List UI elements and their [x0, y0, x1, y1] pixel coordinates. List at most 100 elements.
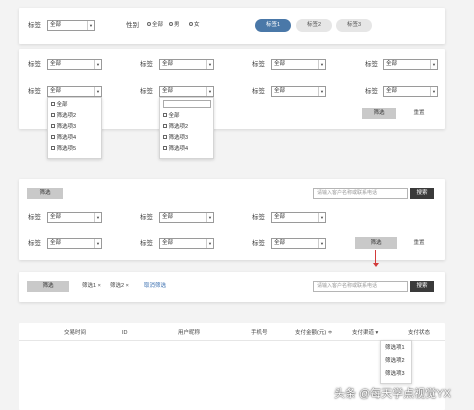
tag-select[interactable]: 全部 ▼: [47, 20, 95, 31]
gender-radio-all[interactable]: 全部: [147, 21, 163, 30]
tag-select[interactable]: 全部 ▼: [47, 212, 102, 223]
dropdown-option[interactable]: 筛选项2: [385, 357, 405, 366]
tag-label: 标签: [365, 88, 378, 95]
tag-select[interactable]: 全部 ▼: [159, 238, 214, 249]
checkbox-icon[interactable]: [51, 124, 55, 128]
radio-icon: [147, 22, 151, 26]
search-button[interactable]: 搜索: [410, 188, 434, 199]
select-value: 全部: [274, 61, 286, 67]
tag-select[interactable]: 全部 ▼: [271, 59, 326, 70]
chevron-down-icon: ▼: [206, 60, 213, 69]
select-value: 全部: [386, 88, 398, 94]
option-label: 筛选项3: [168, 135, 189, 141]
dropdown-search-input[interactable]: [163, 100, 211, 108]
tag-label: 标签: [140, 61, 153, 68]
chevron-down-icon: ▼: [206, 87, 213, 96]
tag-label: 标签: [140, 214, 153, 221]
chevron-down-icon: ▼: [430, 87, 437, 96]
checkbox-icon[interactable]: [51, 102, 55, 106]
tab-2[interactable]: 标签2: [296, 19, 332, 32]
radio-icon: [189, 22, 193, 26]
checkbox-icon[interactable]: [163, 124, 167, 128]
tag-select[interactable]: 全部 ▼: [159, 86, 214, 97]
reset-button[interactable]: 重置: [404, 108, 434, 119]
filter-dropdown-2: 全部 筛选项2 筛选项3 筛选项4: [159, 97, 214, 159]
gender-option-label: 男: [174, 22, 180, 28]
search-button[interactable]: 搜索: [410, 281, 434, 292]
flow-arrow-icon: [375, 250, 376, 264]
column-header-id: ID: [122, 330, 128, 336]
table-header-row: 交易时间 ID 用户昵称 手机号 支付金额(元) ≑ 支付渠道 ▾ 支付状态: [19, 325, 445, 341]
chevron-down-icon: ▼: [94, 213, 101, 222]
dropdown-option[interactable]: 筛选项5: [51, 145, 76, 154]
select-value: 全部: [162, 240, 174, 246]
checkbox-icon[interactable]: [51, 113, 55, 117]
search-input[interactable]: 请输入客户名称或联系电话: [313, 188, 408, 199]
column-header-nickname: 用户昵称: [178, 330, 201, 336]
option-label: 全部: [56, 102, 68, 108]
chevron-down-icon: ▼: [87, 21, 94, 30]
dropdown-option[interactable]: 筛选项1: [385, 344, 405, 353]
option-label: 筛选项2: [168, 124, 189, 130]
tag-select[interactable]: 全部 ▼: [383, 86, 438, 97]
filter-dropdown-1: 全部 筛选项2 筛选项3 筛选项4 筛选项5: [47, 97, 102, 159]
filter-toggle-button[interactable]: 筛选: [27, 188, 63, 199]
option-label: 筛选项4: [168, 146, 189, 152]
clear-filters-link[interactable]: 取消筛选: [144, 282, 166, 291]
dropdown-option[interactable]: 筛选项4: [51, 134, 76, 143]
dropdown-option[interactable]: 全部: [51, 101, 68, 110]
chevron-down-icon: ▼: [318, 60, 325, 69]
checkbox-icon[interactable]: [163, 113, 167, 117]
chevron-down-icon: ▼: [94, 87, 101, 96]
reset-button[interactable]: 重置: [404, 238, 434, 249]
select-value: 全部: [274, 214, 286, 220]
gender-option-label: 全部: [152, 22, 164, 28]
chevron-down-icon: ▼: [430, 60, 437, 69]
filter-button[interactable]: 筛选: [362, 108, 396, 119]
tag-select[interactable]: 全部 ▼: [47, 238, 102, 249]
tab-3[interactable]: 标签3: [336, 19, 372, 32]
dropdown-option[interactable]: 筛选项2: [163, 123, 188, 132]
dropdown-option[interactable]: 筛选项3: [385, 370, 405, 379]
tag-select[interactable]: 全部 ▼: [271, 238, 326, 249]
dropdown-option[interactable]: 筛选项4: [163, 145, 188, 154]
checkbox-icon[interactable]: [163, 135, 167, 139]
gender-radio-male[interactable]: 男: [169, 21, 180, 30]
radio-icon: [169, 22, 173, 26]
tag-select[interactable]: 全部 ▼: [383, 59, 438, 70]
column-header-status: 支付状态: [408, 330, 431, 336]
tag-select[interactable]: 全部 ▼: [271, 86, 326, 97]
chevron-down-icon: ▼: [206, 239, 213, 248]
active-filter-chip[interactable]: 筛选1 ×: [82, 282, 101, 291]
gender-radio-female[interactable]: 女: [189, 21, 200, 30]
dropdown-option[interactable]: 筛选项3: [163, 134, 188, 143]
column-header-phone: 手机号: [251, 330, 268, 336]
select-value: 全部: [386, 61, 398, 67]
search-input[interactable]: 请输入客户名称或联系电话: [313, 281, 408, 292]
tag-label: 标签: [28, 61, 41, 68]
select-value: 全部: [50, 240, 62, 246]
tag-select[interactable]: 全部 ▼: [271, 212, 326, 223]
chevron-down-icon: ▼: [318, 87, 325, 96]
dropdown-option[interactable]: 全部: [163, 112, 180, 121]
dropdown-option[interactable]: 筛选项3: [51, 123, 76, 132]
checkbox-icon[interactable]: [163, 146, 167, 150]
column-header-channel[interactable]: 支付渠道 ▾: [352, 328, 378, 338]
checkbox-icon[interactable]: [51, 146, 55, 150]
tag-select[interactable]: 全部 ▼: [159, 212, 214, 223]
filter-button[interactable]: 筛选: [355, 237, 397, 249]
tag-select[interactable]: 全部 ▼: [47, 59, 102, 70]
active-filter-chip[interactable]: 筛选2 ×: [110, 282, 129, 291]
tab-1[interactable]: 标签1: [255, 19, 291, 32]
dropdown-option[interactable]: 筛选项2: [51, 112, 76, 121]
tag-label: 标签: [365, 61, 378, 68]
column-header-amount[interactable]: 支付金额(元) ≑: [295, 328, 332, 338]
tag-select[interactable]: 全部 ▼: [159, 59, 214, 70]
tag-select-value: 全部: [50, 22, 62, 28]
select-value: 全部: [274, 240, 286, 246]
tag-select[interactable]: 全部 ▼: [47, 86, 102, 97]
checkbox-icon[interactable]: [51, 135, 55, 139]
gender-label: 性别: [126, 22, 139, 29]
option-label: 全部: [168, 113, 180, 119]
filter-toggle-button[interactable]: 筛选: [27, 281, 69, 292]
